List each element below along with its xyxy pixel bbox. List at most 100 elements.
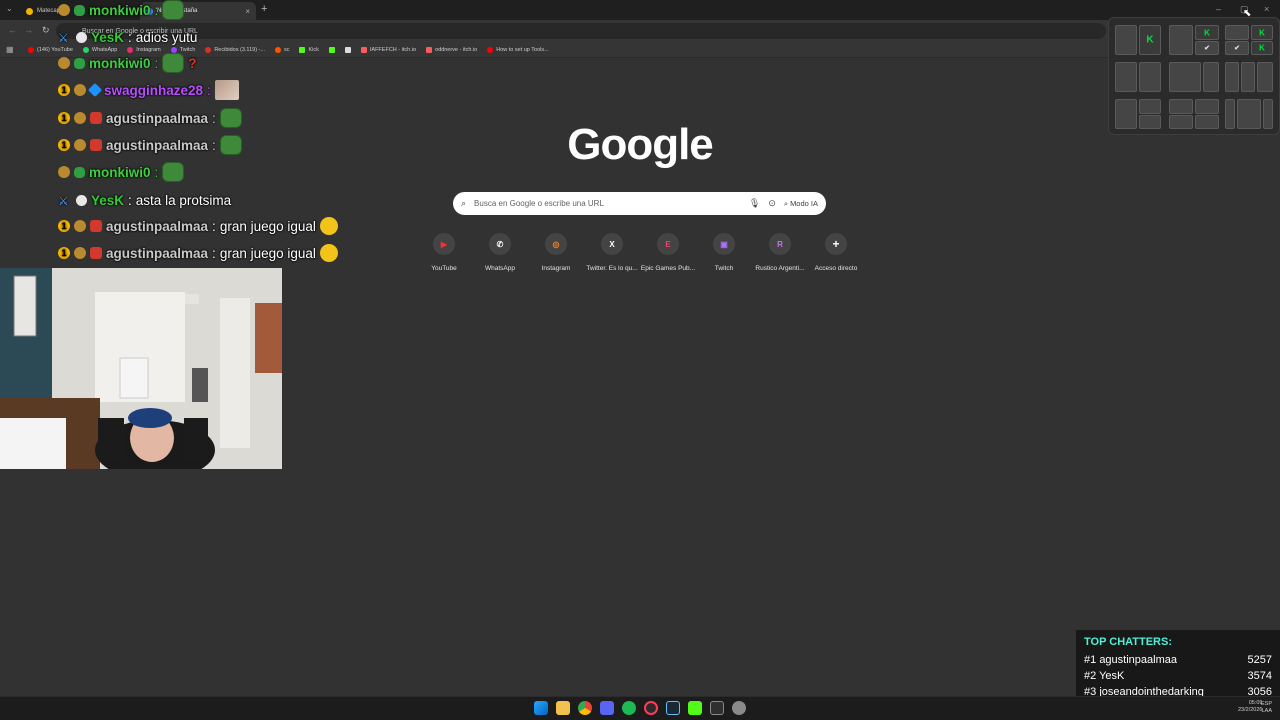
snap-slot[interactable] [1241,62,1255,92]
shortcut-twitch[interactable]: ▣ Twitch [696,233,752,272]
chat-username: agustinpaalmaa [106,137,209,153]
shortcut-epic-games[interactable]: E Epic Games Pub... [640,233,696,272]
search-placeholder: Busca en Google o escribe una URL [474,199,604,208]
chat-message: monkiwi0: [58,160,185,184]
snap-slot[interactable] [1115,99,1137,129]
bookmark-unity[interactable] [344,46,351,53]
chat-username: agustinpaalmaa [106,110,209,126]
snap-slot[interactable] [1139,99,1161,114]
taskbar: ESP LAA 05:09 23/2/2026 [0,696,1280,720]
bookmark-itch-1[interactable]: IAFFEFCH - itch.io [360,46,416,53]
snap-slot[interactable] [1139,62,1161,92]
discord-icon[interactable] [600,701,614,715]
search-box[interactable]: ⌕ Busca en Google o escribe una URL 🎙 ⊙ … [453,192,826,215]
steam-icon: ✔ [1234,45,1240,52]
steam-icon[interactable] [666,701,680,715]
close-window-icon[interactable]: × [1264,4,1269,14]
opera-gx-icon[interactable] [644,701,658,715]
bookmark-tools[interactable]: How to set up Tools... [487,46,549,53]
snap-slot-kick[interactable]: K [1195,25,1219,40]
one-badge-icon: 1 [58,139,70,151]
alien-badge-icon [74,166,85,178]
google-logo: Google [567,120,714,169]
modo-ia-button[interactable]: ⌕ Modo IA [784,199,818,209]
chat-message: 1 agustinpaalmaa: gran juego igual [58,214,338,238]
apps-grid-icon[interactable]: ▦ [6,45,14,54]
bookmark-sc[interactable]: sc [274,46,289,53]
shortcut-add[interactable]: + Acceso directo [808,233,864,272]
bookmark-label: oddnerve - itch.io [435,46,478,53]
snap-slot[interactable] [1225,62,1239,92]
gem-badge-icon [58,4,70,16]
kick-icon[interactable] [688,701,702,715]
tab-search-icon[interactable]: ⌄ [6,4,13,13]
snap-slot-kick[interactable]: K [1139,25,1161,55]
new-tab-plus-icon[interactable]: + [261,3,267,15]
snap-slot[interactable] [1257,62,1273,92]
shortcut-label: Epic Games Pub... [640,265,696,272]
snap-slot[interactable] [1225,99,1235,129]
chrome-icon[interactable] [578,701,592,715]
unity-icon [344,46,351,53]
chat-colon: : [154,2,159,18]
shortcut-rustico[interactable]: R Rustico Argenti... [752,233,808,272]
wolf-badge-icon [90,247,102,259]
chat-message: 1 agustinpaalmaa: gran juego igual [58,241,338,265]
spotify-icon[interactable] [622,701,636,715]
snap-slot[interactable] [1139,115,1161,129]
diamond-badge-icon [87,82,103,98]
kick-icon [328,46,335,53]
clock-time: 05:09 [1248,700,1263,706]
bookmark-label: Kick [308,46,319,53]
webcam-scene [0,268,282,469]
clock[interactable]: 05:09 23/2/2026 [1238,700,1262,714]
pepe-emote-icon [162,0,185,20]
minimize-icon[interactable]: – [1216,4,1221,14]
snap-slot[interactable] [1237,99,1261,129]
snap-slot[interactable] [1115,62,1137,92]
chatter-name: YesK [1099,670,1125,682]
snap-slot[interactable] [1263,99,1273,129]
shortcut-instagram[interactable]: ◎ Instagram [528,233,584,272]
one-badge-icon: 1 [58,247,70,259]
whatsapp-icon: ✆ [489,233,511,255]
snap-slot-kick[interactable]: K [1251,25,1273,40]
close-tab-icon[interactable]: × [245,7,250,16]
microphone-icon[interactable]: 🎙 [749,198,760,209]
snap-slot[interactable] [1195,115,1219,129]
bookmark-kick-2[interactable] [328,46,335,53]
lens-camera-icon[interactable]: ⊙ [768,198,776,209]
bookmark-itch-2[interactable]: oddnerve - itch.io [426,46,478,53]
settings-gear-icon[interactable] [732,701,746,715]
shortcut-label: Rustico Argenti... [755,265,805,272]
snap-slot[interactable] [1195,99,1219,114]
obs-icon[interactable] [710,701,724,715]
snap-slot[interactable] [1169,115,1193,129]
chat-colon: : [212,137,216,153]
snap-slot[interactable] [1225,25,1249,40]
bookmark-gmail[interactable]: Recibidos (3.119) -... [205,46,265,53]
snap-slot-steam[interactable]: ✔ [1195,41,1219,55]
snap-slot[interactable] [1115,25,1137,55]
webcam-feed [0,268,282,469]
address-bar[interactable]: Buscar en Google o escribir una URL [56,23,1106,39]
forward-arrow-icon[interactable]: → [24,25,33,35]
shortcut-label: WhatsApp [485,265,515,272]
snap-slot[interactable] [1203,62,1219,92]
snap-slot-kick[interactable]: K [1251,41,1273,55]
alien-badge-icon [74,4,85,16]
soundcloud-icon [274,46,281,53]
snap-slot[interactable] [1169,62,1201,92]
bookmark-kick[interactable]: Kick [299,46,319,53]
shortcut-twitter[interactable]: X Twitter. Es lo qu... [584,233,640,272]
back-arrow-icon[interactable]: ← [8,25,17,35]
windows-start-icon[interactable] [534,701,548,715]
shortcut-youtube[interactable]: ▶ YouTube [416,233,472,272]
reload-icon[interactable]: ↻ [42,25,50,36]
system-tray[interactable]: ESP LAA [1261,701,1272,715]
snap-slot-steam[interactable]: ✔ [1225,41,1249,55]
snap-slot[interactable] [1169,25,1193,55]
shortcut-whatsapp[interactable]: ✆ WhatsApp [472,233,528,272]
file-explorer-icon[interactable] [556,701,570,715]
snap-slot[interactable] [1169,99,1193,114]
